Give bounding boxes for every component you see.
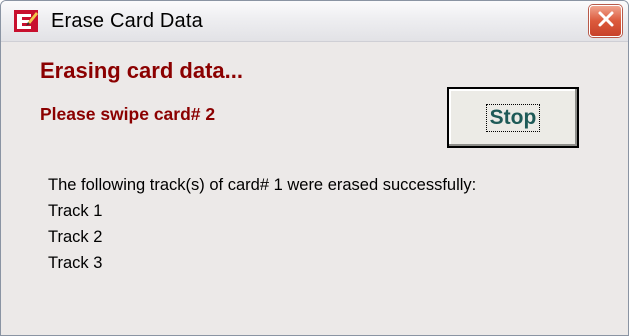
stop-button[interactable]: Stop (447, 87, 579, 148)
track-item: Track 2 (48, 228, 103, 246)
close-button[interactable] (589, 5, 622, 37)
close-x-icon (597, 10, 615, 33)
track-item: Track 3 (48, 254, 103, 272)
title-bar[interactable]: Erase Card Data (1, 1, 628, 42)
swipe-instruction: Please swipe card# 2 (40, 104, 216, 124)
erase-card-dialog: Erase Card Data Erasing card data... Ple… (0, 0, 629, 336)
stop-button-label: Stop (485, 103, 541, 132)
track-item: Track 1 (48, 202, 103, 220)
red-pen-icon (14, 10, 38, 32)
result-message-block: The following track(s) of card# 1 were e… (48, 172, 476, 276)
status-heading: Erasing card data... (40, 58, 243, 83)
result-message: The following track(s) of card# 1 were e… (48, 176, 477, 194)
window-title: Erase Card Data (51, 10, 203, 32)
